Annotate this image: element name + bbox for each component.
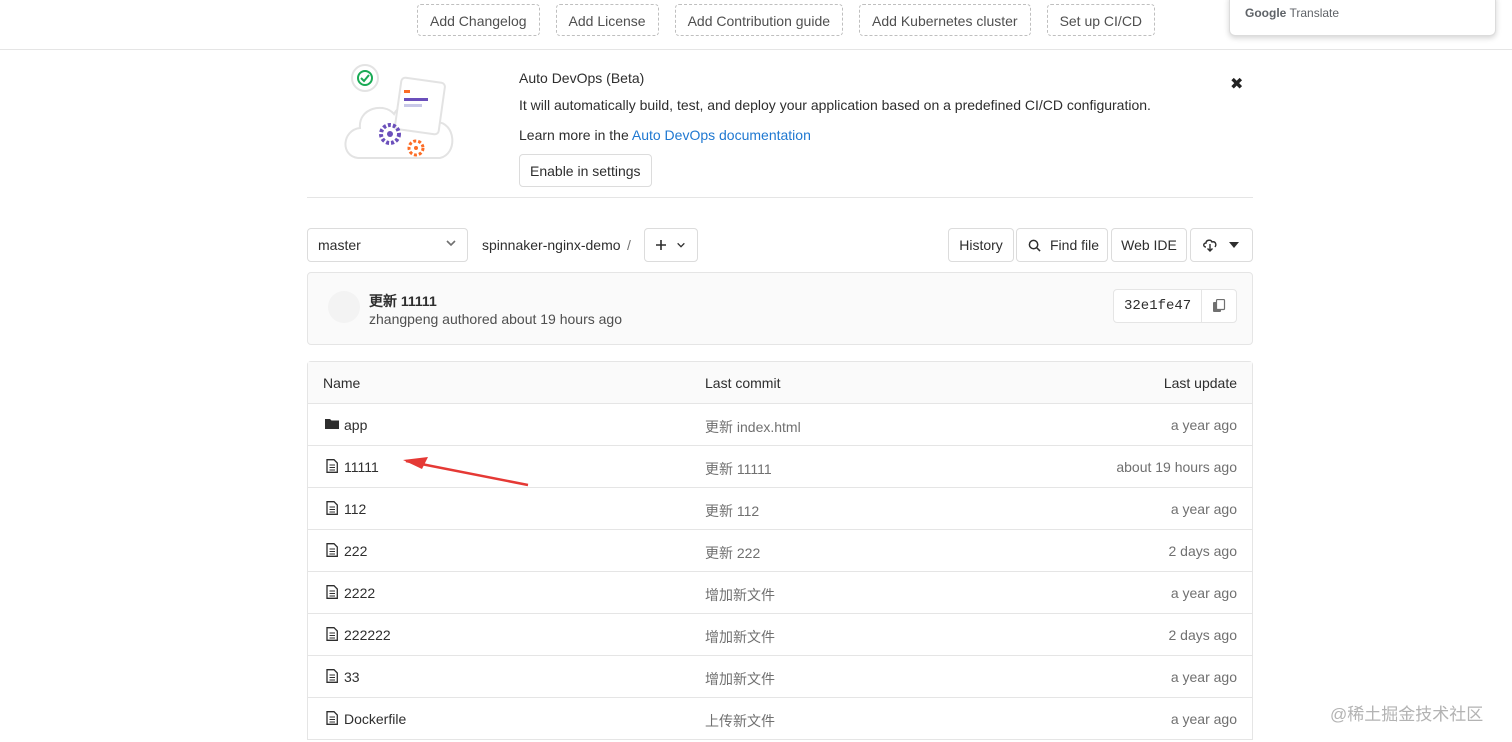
add-changelog-button[interactable]: Add Changelog bbox=[417, 4, 540, 36]
table-row[interactable]: 222 更新 222 2 days ago bbox=[308, 530, 1252, 572]
commit-message[interactable]: 更新 11111 bbox=[705, 459, 772, 479]
file-icon bbox=[326, 543, 338, 557]
table-row[interactable]: 222222 增加新文件 2 days ago bbox=[308, 614, 1252, 656]
last-update: a year ago bbox=[1170, 501, 1237, 517]
header-last-commit: Last commit bbox=[705, 375, 781, 391]
file-icon bbox=[326, 627, 338, 641]
banner-learn-more: Learn more in the Auto DevOps documentat… bbox=[519, 127, 811, 143]
tree-header: Name Last commit Last update bbox=[308, 362, 1252, 404]
commit-sha-group: 32e1fe47 bbox=[1113, 289, 1237, 323]
setup-ci-cd-button[interactable]: Set up CI/CD bbox=[1046, 4, 1156, 36]
file-name[interactable]: 11111 bbox=[344, 459, 379, 475]
annotation-arrow bbox=[403, 457, 529, 487]
table-row[interactable]: Dockerfile 上传新文件 a year ago bbox=[308, 698, 1252, 740]
file-icon bbox=[326, 459, 338, 473]
clipboard-icon bbox=[1213, 299, 1226, 312]
file-name[interactable]: 222222 bbox=[344, 627, 391, 643]
quick-actions: Add Changelog Add License Add Contributi… bbox=[417, 4, 1156, 38]
enable-in-settings-button[interactable]: Enable in settings bbox=[519, 154, 652, 187]
file-name[interactable]: app bbox=[344, 417, 367, 433]
google-translate-brand: Google Translate bbox=[1245, 6, 1340, 20]
commit-message[interactable]: 增加新文件 bbox=[705, 669, 775, 689]
avatar[interactable] bbox=[328, 291, 360, 323]
chevron-down-icon bbox=[677, 242, 685, 248]
search-icon bbox=[1028, 239, 1041, 252]
copy-sha-button[interactable] bbox=[1201, 290, 1236, 322]
download-cloud-icon bbox=[1203, 239, 1217, 252]
add-kubernetes-cluster-button[interactable]: Add Kubernetes cluster bbox=[859, 4, 1031, 36]
branch-name: master bbox=[318, 237, 361, 253]
last-update: 2 days ago bbox=[1168, 627, 1238, 643]
close-icon[interactable]: ✖ bbox=[1230, 74, 1243, 94]
last-update: a year ago bbox=[1170, 711, 1237, 727]
commit-message[interactable]: 增加新文件 bbox=[705, 585, 775, 605]
history-button[interactable]: History bbox=[948, 228, 1014, 262]
add-contribution-guide-button[interactable]: Add Contribution guide bbox=[674, 4, 844, 36]
table-row[interactable]: 2222 增加新文件 a year ago bbox=[308, 572, 1252, 614]
table-row[interactable]: 112 更新 112 a year ago bbox=[308, 488, 1252, 530]
header-name: Name bbox=[323, 375, 361, 391]
download-dropdown[interactable] bbox=[1190, 228, 1253, 262]
plus-icon bbox=[656, 240, 666, 250]
last-update: 2 days ago bbox=[1168, 543, 1238, 559]
breadcrumb[interactable]: spinnaker-nginx-demo bbox=[482, 237, 621, 253]
learn-more-text: Learn more in the bbox=[519, 127, 632, 143]
add-dropdown[interactable] bbox=[644, 228, 698, 262]
last-commit-panel: 更新 11111 zhangpeng authored about 19 hou… bbox=[307, 272, 1253, 345]
file-icon bbox=[326, 669, 338, 683]
divider bbox=[0, 49, 1512, 50]
add-license-button[interactable]: Add License bbox=[555, 4, 659, 36]
banner-title: Auto DevOps (Beta) bbox=[519, 70, 645, 86]
folder-icon bbox=[325, 419, 339, 429]
last-update: about 19 hours ago bbox=[1116, 459, 1237, 475]
google-translate-popup[interactable]: Google Translate bbox=[1229, 0, 1496, 36]
chevron-down-icon bbox=[446, 240, 456, 247]
commit-title[interactable]: 更新 11111 bbox=[369, 291, 437, 311]
devops-illustration bbox=[344, 64, 454, 159]
commit-message[interactable]: 更新 112 bbox=[705, 501, 759, 521]
table-row[interactable]: app 更新 index.html a year ago bbox=[308, 404, 1252, 446]
commit-message[interactable]: 增加新文件 bbox=[705, 627, 775, 647]
file-name[interactable]: 33 bbox=[344, 669, 360, 685]
web-ide-button[interactable]: Web IDE bbox=[1111, 228, 1187, 262]
caret-down-icon bbox=[1229, 242, 1239, 248]
branch-select[interactable]: master bbox=[307, 228, 468, 262]
file-name[interactable]: 112 bbox=[344, 501, 366, 517]
file-icon bbox=[326, 501, 338, 515]
breadcrumb-separator: / bbox=[627, 237, 631, 253]
last-update: a year ago bbox=[1170, 669, 1237, 685]
table-row[interactable]: 33 增加新文件 a year ago bbox=[308, 656, 1252, 698]
find-file-label: Find file bbox=[1050, 237, 1100, 253]
commit-message[interactable]: 更新 222 bbox=[705, 543, 760, 563]
file-icon bbox=[326, 711, 338, 725]
divider bbox=[307, 197, 1253, 198]
file-name[interactable]: 222 bbox=[344, 543, 367, 559]
last-update: a year ago bbox=[1170, 417, 1237, 433]
commit-sha[interactable]: 32e1fe47 bbox=[1124, 298, 1191, 314]
watermark: @稀土掘金技术社区 bbox=[1330, 705, 1484, 724]
file-icon bbox=[326, 585, 338, 599]
header-last-update: Last update bbox=[1163, 375, 1237, 391]
auto-devops-docs-link[interactable]: Auto DevOps documentation bbox=[632, 127, 811, 143]
file-name[interactable]: 2222 bbox=[344, 585, 375, 601]
file-tree: Name Last commit Last update app 更新 inde… bbox=[307, 361, 1253, 740]
last-update: a year ago bbox=[1170, 585, 1237, 601]
banner-description: It will automatically build, test, and d… bbox=[519, 97, 1151, 113]
find-file-button[interactable]: Find file bbox=[1016, 228, 1108, 262]
file-name[interactable]: Dockerfile bbox=[344, 711, 406, 727]
commit-message[interactable]: 上传新文件 bbox=[705, 711, 775, 731]
commit-meta: zhangpeng authored about 19 hours ago bbox=[369, 311, 622, 327]
commit-message[interactable]: 更新 index.html bbox=[705, 417, 801, 437]
